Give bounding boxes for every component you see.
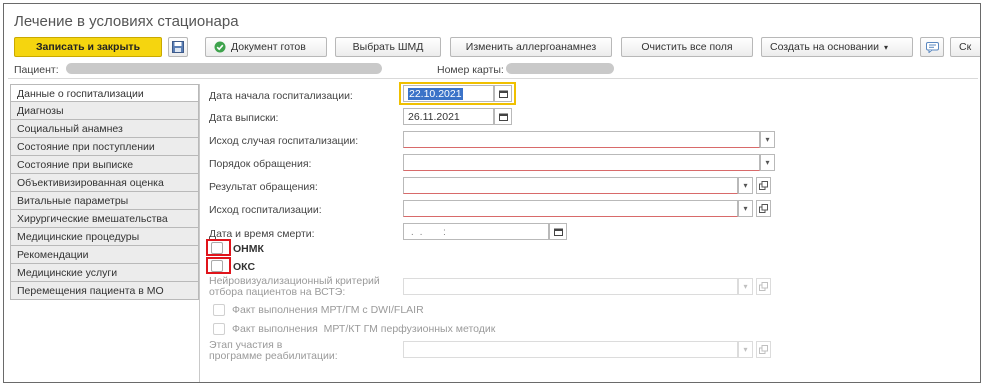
hosp-outcome-case-dropdown[interactable]: ▾ — [760, 131, 775, 148]
sidebar: Данные о госпитализации Диагнозы Социаль… — [10, 84, 199, 300]
chevron-down-icon: ▾ — [765, 135, 770, 144]
change-allergy-label: Изменить аллергоанамнез — [465, 41, 597, 53]
referral-order-label: Порядок обращения: — [209, 158, 312, 170]
mri-dwi-checkbox[interactable] — [213, 304, 225, 316]
sidebar-item-medical-services[interactable]: Медицинские услуги — [10, 264, 199, 282]
neuro-criterion-label: Нейровизуализационный критерий отбора па… — [209, 276, 380, 298]
choose-shmd-button[interactable]: Выбрать ШМД — [335, 37, 441, 57]
speech-bubble-icon — [925, 41, 939, 53]
mri-dwi-label: Факт выполнения МРТ/ГМ с DWI/FLAIR — [232, 304, 424, 316]
clear-fields-label: Очистить все поля — [641, 41, 733, 53]
admission-date-value: 22.10.2021 — [408, 88, 463, 100]
chevron-down-icon: ▾ — [743, 345, 748, 354]
mri-ct-perfusion-label: Факт выполнения МРТ/КТ ГМ перфузионных м… — [232, 323, 496, 335]
sidebar-item-social-history[interactable]: Социальный анамнез — [10, 120, 199, 138]
death-datetime-input[interactable]: . . : — [403, 223, 549, 240]
sidebar-item-surgical-interventions[interactable]: Хирургические вмешательства — [10, 210, 199, 228]
chevron-down-icon: ▾ — [743, 204, 748, 213]
referral-result-dropdown[interactable]: ▾ — [738, 177, 753, 194]
patient-name-redacted — [66, 63, 382, 74]
save-close-label: Записать и закрыть — [35, 41, 141, 53]
hosp-outcome-open-button[interactable] — [756, 200, 771, 217]
discharge-date-calendar-button[interactable] — [494, 108, 512, 125]
check-circle-icon — [214, 41, 226, 53]
sidebar-item-hospitalization-data[interactable]: Данные о госпитализации — [10, 84, 199, 102]
more-button[interactable]: Ск — [950, 37, 980, 57]
save-button[interactable] — [168, 37, 188, 57]
referral-result-open-button[interactable] — [756, 177, 771, 194]
hosp-outcome-case-input[interactable] — [403, 131, 760, 148]
sidebar-item-diagnoses[interactable]: Диагнозы — [10, 102, 199, 120]
open-link-icon — [759, 204, 768, 213]
referral-result-input[interactable] — [403, 177, 738, 194]
comment-button[interactable] — [920, 37, 944, 57]
sidebar-divider — [199, 84, 200, 382]
patient-label: Пациент: — [14, 64, 59, 76]
neuro-criterion-input[interactable] — [403, 278, 738, 295]
chevron-down-icon: ▾ — [743, 181, 748, 190]
open-link-icon — [759, 345, 768, 354]
sidebar-item-patient-transfers[interactable]: Перемещения пациента в МО — [10, 282, 199, 300]
neuro-criterion-open-button[interactable] — [756, 278, 771, 295]
document-ready-label: Документ готов — [231, 41, 306, 53]
change-allergy-button[interactable]: Изменить аллергоанамнез — [450, 37, 612, 57]
admission-date-calendar-button[interactable] — [494, 85, 512, 102]
oks-checkbox[interactable] — [211, 260, 223, 272]
hosp-outcome-case-label: Исход случая госпитализации: — [209, 135, 359, 147]
sidebar-item-vital-parameters[interactable]: Витальные параметры — [10, 192, 199, 210]
chevron-down-icon: ▾ — [743, 282, 748, 291]
sidebar-item-recommendations[interactable]: Рекомендации — [10, 246, 199, 264]
referral-order-dropdown[interactable]: ▾ — [760, 154, 775, 171]
hosp-outcome-label: Исход госпитализации: — [209, 204, 322, 216]
card-number-label: Номер карты: — [437, 64, 504, 76]
document-window: Лечение в условиях стационара Записать и… — [3, 3, 981, 383]
oks-label: ОКС — [233, 261, 256, 273]
save-close-button[interactable]: Записать и закрыть — [14, 37, 162, 57]
sidebar-item-medical-procedures[interactable]: Медицинские процедуры — [10, 228, 199, 246]
discharge-date-value: 26.11.2021 — [408, 111, 460, 123]
calendar-icon — [498, 113, 508, 121]
referral-result-label: Результат обращения: — [209, 181, 318, 193]
create-based-label: Создать на основании — [770, 41, 879, 53]
rehab-stage-open-button[interactable] — [756, 341, 771, 358]
rehab-stage-label-line2: программе реабилитации: — [209, 350, 338, 362]
floppy-disk-icon — [172, 41, 184, 53]
onmk-checkbox[interactable] — [211, 242, 223, 254]
document-ready-button[interactable]: Документ готов — [205, 37, 327, 57]
discharge-date-input[interactable]: 26.11.2021 — [403, 108, 494, 125]
hosp-outcome-input[interactable] — [403, 200, 738, 217]
calendar-icon — [553, 228, 563, 236]
neuro-criterion-dropdown[interactable]: ▾ — [738, 278, 753, 295]
sidebar-item-admission-state[interactable]: Состояние при поступлении — [10, 138, 199, 156]
open-link-icon — [759, 181, 768, 190]
choose-shmd-label: Выбрать ШМД — [352, 41, 424, 53]
hosp-outcome-dropdown[interactable]: ▾ — [738, 200, 753, 217]
dropdown-arrow-icon: ▾ — [883, 42, 888, 52]
admission-date-input[interactable]: 22.10.2021 — [403, 85, 494, 102]
more-label: Ск — [959, 41, 972, 53]
sidebar-item-discharge-state[interactable]: Состояние при выписке — [10, 156, 199, 174]
death-datetime-calendar-button[interactable] — [549, 223, 567, 240]
card-number-redacted — [506, 63, 614, 74]
chevron-down-icon: ▾ — [765, 158, 770, 167]
calendar-icon — [498, 90, 508, 98]
create-based-button[interactable]: Создать на основании ▾ — [761, 37, 913, 57]
clear-fields-button[interactable]: Очистить все поля — [621, 37, 753, 57]
window-title: Лечение в условиях стационара — [14, 13, 239, 30]
rehab-stage-label: Этап участия в программе реабилитации: — [209, 340, 338, 362]
referral-order-input[interactable] — [403, 154, 760, 171]
header-divider — [8, 78, 978, 79]
rehab-stage-input[interactable] — [403, 341, 738, 358]
open-link-icon — [759, 282, 768, 291]
sidebar-item-objective-assessment[interactable]: Объективизированная оценка — [10, 174, 199, 192]
mri-ct-perfusion-checkbox[interactable] — [213, 323, 225, 335]
admission-date-label: Дата начала госпитализации: — [209, 90, 353, 102]
rehab-stage-dropdown[interactable]: ▾ — [738, 341, 753, 358]
discharge-date-label: Дата выписки: — [209, 112, 279, 124]
onmk-label: ОНМК — [233, 243, 264, 255]
neuro-criterion-label-line2: отбора пациентов на ВСТЭ: — [209, 286, 346, 298]
